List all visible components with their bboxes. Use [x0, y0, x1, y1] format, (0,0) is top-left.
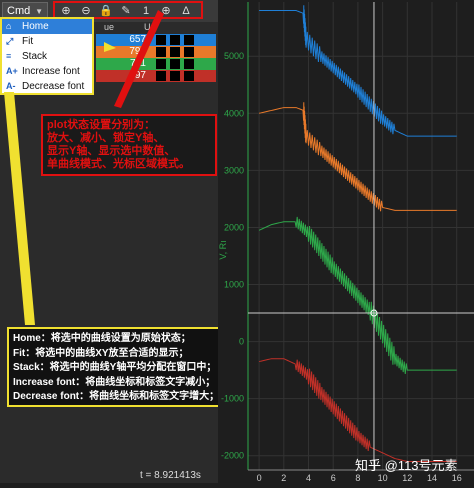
x-tick-label: 6 — [331, 473, 336, 483]
y-axis-label: V, Rı — [218, 240, 228, 259]
color-swatch[interactable] — [156, 47, 166, 57]
menu-item-stack[interactable]: ≡ Stack — [2, 49, 92, 64]
y-tick-label: 4000 — [224, 108, 244, 118]
menu-item-label: Home — [22, 21, 49, 32]
watermark: 知乎 @113号元素 — [355, 458, 458, 473]
color-swatch[interactable] — [184, 71, 194, 81]
menu-item-increase-font[interactable]: A+ Increase font — [2, 64, 92, 79]
plus-circle-icon[interactable]: ⊕ — [159, 4, 173, 18]
color-swatch[interactable] — [170, 71, 180, 81]
annotation-line: 显示Y轴、显示选中数值、 — [47, 145, 176, 157]
color-swatch[interactable] — [156, 71, 166, 81]
time-readout: t = 8.921413s — [140, 470, 201, 481]
color-swatch[interactable] — [170, 35, 180, 45]
menu-item-label: Decrease font — [22, 81, 85, 92]
table-header-value: ue — [104, 22, 115, 32]
table-row[interactable]: 657 — [96, 34, 216, 46]
table-header-unit: Un — [144, 22, 156, 32]
menu-item-label: Stack — [22, 51, 48, 62]
plot-svg[interactable]: -2000 -1000 0 1000 2000 3000 4000 5000 0 2 4 6 8 10 12… — [218, 0, 474, 483]
table-cell-value: 697 — [129, 70, 146, 81]
table-row[interactable]: 711 — [96, 58, 216, 70]
annotation-line: 放大、减小、锁定Y轴、 — [47, 132, 165, 144]
zoom-out-icon[interactable]: ⊖ — [79, 4, 93, 18]
menu-item-home[interactable]: ⌂ Home — [2, 19, 92, 34]
annotation-red: plot状态设置分别为： 放大、减小、锁定Y轴、 显示Y轴、显示选中数值、 单曲线模式… — [41, 114, 217, 176]
x-tick-label: 4 — [306, 473, 311, 483]
pen-icon[interactable]: ✎ — [119, 4, 133, 18]
annotation-line: plot状态设置分别为： — [47, 119, 156, 131]
fit-icon: ⤢ — [6, 36, 14, 46]
table-row[interactable]: 792 — [96, 46, 216, 58]
table-row[interactable]: 697 — [96, 70, 216, 82]
increase-font-icon: A+ — [6, 66, 18, 76]
zoom-in-icon[interactable]: ⊕ — [59, 4, 73, 18]
delta-icon[interactable]: Δ — [179, 4, 193, 18]
y-tick-label: 3000 — [224, 165, 244, 175]
cmd-label: Cmd — [7, 5, 31, 17]
annotation-line: 单曲线模式、光标区域模式。 — [47, 158, 190, 170]
y-tick-label: -2000 — [221, 451, 244, 461]
menu-item-decrease-font[interactable]: A- Decrease font — [2, 79, 92, 94]
table-cell-value: 711 — [130, 58, 146, 69]
y-tick-label: 5000 — [224, 51, 244, 61]
context-menu: ⌂ Home ⤢ Fit ≡ Stack A+ Increase font A- Decrease… — [0, 17, 94, 95]
x-tick-label: 16 — [452, 473, 462, 483]
menu-item-fit[interactable]: ⤢ Fit — [2, 34, 92, 49]
color-swatch[interactable] — [184, 59, 194, 69]
y-tick-label: 2000 — [224, 222, 244, 232]
left-panel: Cmd ▼ ⊕ ⊖ 🔒 ✎ 1 ⊕ Δ ue Un 657 792 711 697 ⌂ Home ⤢ F… — [0, 0, 271, 483]
color-swatch[interactable] — [170, 59, 180, 69]
color-swatch[interactable] — [184, 35, 194, 45]
decrease-font-icon: A- — [6, 81, 16, 91]
menu-item-label: Fit — [22, 36, 34, 47]
menu-item-label: Increase font — [22, 66, 80, 77]
x-tick-label: 8 — [355, 473, 360, 483]
x-tick-label: 12 — [402, 473, 412, 483]
x-tick-label: 0 — [257, 473, 262, 483]
y-tick-label: -1000 — [221, 394, 244, 404]
x-tick-label: 14 — [427, 473, 437, 483]
x-tick-label: 10 — [378, 473, 388, 483]
y-tick-label: 0 — [239, 337, 244, 347]
table-cell-value: 657 — [129, 34, 146, 45]
home-icon: ⌂ — [6, 21, 12, 31]
stack-icon: ≡ — [6, 51, 12, 61]
lock-icon[interactable]: 🔒 — [99, 4, 113, 18]
y-tick-label: 1000 — [224, 280, 244, 290]
color-swatch[interactable] — [184, 47, 194, 57]
color-swatch[interactable] — [156, 35, 166, 45]
x-tick-label: 2 — [281, 473, 286, 483]
plot-area[interactable]: -2000 -1000 0 1000 2000 3000 4000 5000 0 2 4 6 8 10 12… — [218, 0, 474, 483]
one-icon[interactable]: 1 — [139, 4, 153, 18]
color-swatch[interactable] — [170, 47, 180, 57]
color-swatch[interactable] — [156, 59, 166, 69]
plot-background — [218, 0, 474, 483]
table-cell-value: 792 — [129, 46, 146, 57]
